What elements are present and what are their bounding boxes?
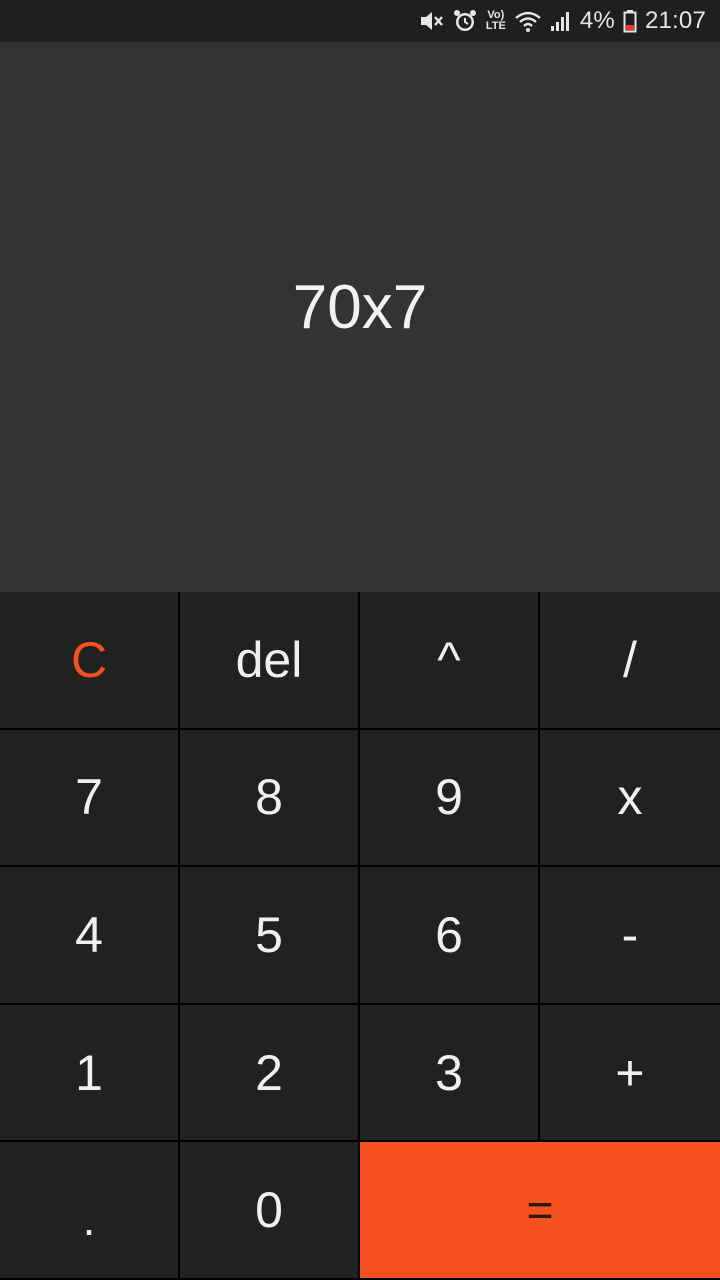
digit-5-button[interactable]: 5	[180, 867, 360, 1005]
power-button[interactable]: ^	[360, 592, 540, 730]
digit-1-button[interactable]: 1	[0, 1004, 180, 1143]
digit-0-button[interactable]: 0	[180, 1142, 360, 1280]
mute-icon	[418, 0, 444, 42]
add-button[interactable]: +	[540, 1004, 720, 1143]
volte-bottom-label: LTE	[485, 20, 506, 32]
volte-icon: Vo) LTE	[486, 0, 506, 42]
alarm-icon	[452, 0, 478, 42]
digit-8-button[interactable]: 8	[180, 729, 360, 868]
clear-button[interactable]: C	[0, 592, 180, 730]
battery-icon	[623, 0, 637, 42]
digit-6-button[interactable]: 6	[360, 867, 540, 1005]
wifi-icon	[514, 0, 542, 42]
equals-button[interactable]: =	[360, 1142, 720, 1280]
calculator-display: 70x7	[0, 42, 720, 592]
digit-9-button[interactable]: 9	[360, 729, 540, 868]
clock: 21:07	[644, 7, 706, 34]
subtract-button[interactable]: -	[540, 867, 720, 1005]
divide-button[interactable]: /	[540, 592, 720, 730]
digit-4-button[interactable]: 4	[0, 867, 180, 1005]
battery-percent: 4%	[579, 7, 615, 34]
signal-icon	[550, 0, 572, 42]
keypad: C del ^ / 7 8 9 x 4 5 6 - 1 2 3 + . 0 =	[0, 592, 720, 1280]
delete-button[interactable]: del	[180, 592, 360, 730]
multiply-button[interactable]: x	[540, 729, 720, 868]
digit-3-button[interactable]: 3	[360, 1004, 540, 1143]
digit-2-button[interactable]: 2	[180, 1004, 360, 1143]
digit-7-button[interactable]: 7	[0, 729, 180, 868]
status-bar: Vo) LTE 4% 21:07	[0, 0, 720, 42]
expression-text: 70x7	[292, 273, 428, 342]
decimal-button[interactable]: .	[0, 1142, 180, 1280]
